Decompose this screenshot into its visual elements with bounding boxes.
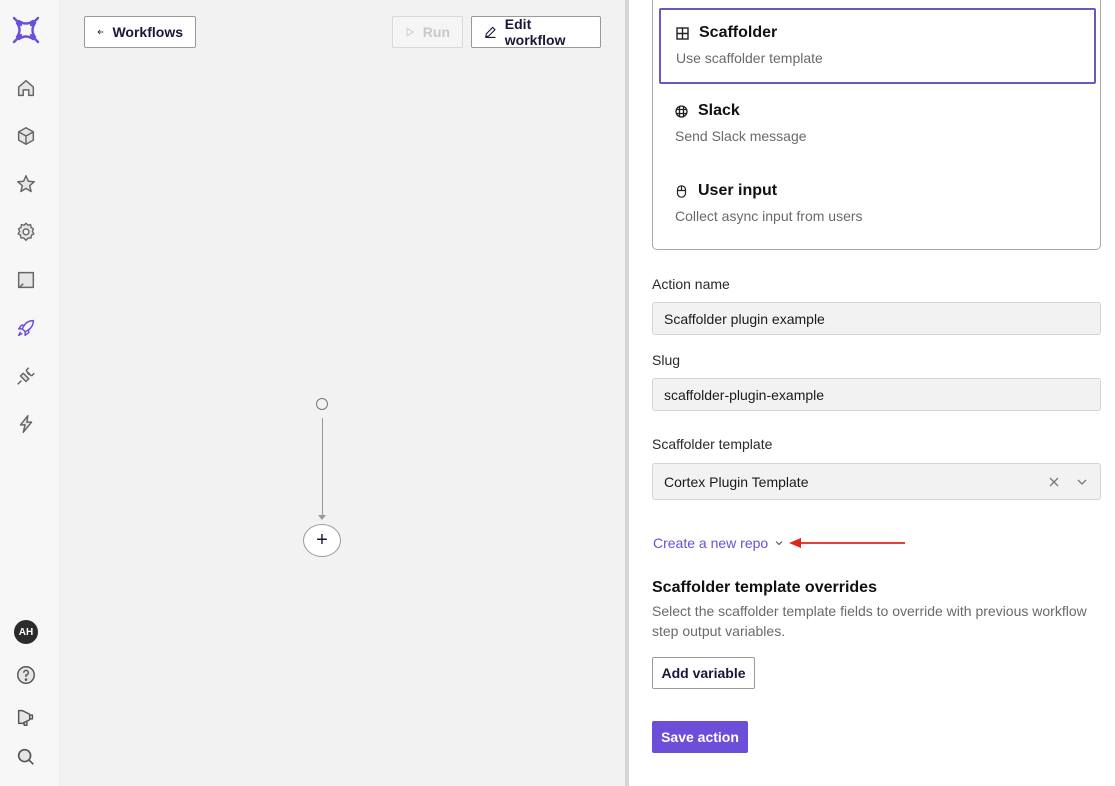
gear-icon[interactable] <box>14 220 38 244</box>
edit-label: Edit workflow <box>504 16 566 48</box>
back-to-workflows-button[interactable]: Workflows <box>84 16 196 48</box>
scaffolder-template-label: Scaffolder template <box>652 436 773 452</box>
action-type-title: Slack <box>698 102 740 119</box>
action-type-description: Send Slack message <box>675 128 807 144</box>
scorecard-icon[interactable] <box>14 268 38 292</box>
cube-icon[interactable] <box>14 124 38 148</box>
action-config-panel: Scaffolder Use scaffolder template Slack… <box>629 0 1115 786</box>
slug-input[interactable] <box>664 386 1089 403</box>
selected-template: Cortex Plugin Template <box>664 473 809 490</box>
workflow-connector <box>321 418 323 518</box>
chevron-down-icon <box>775 541 783 546</box>
annotation-arrow-icon <box>789 538 905 548</box>
help-icon[interactable] <box>14 663 38 687</box>
action-type-scaffolder[interactable]: Scaffolder Use scaffolder template <box>659 8 1096 84</box>
lightning-icon[interactable] <box>14 412 38 436</box>
action-name-input[interactable] <box>664 310 1089 327</box>
slug-field[interactable] <box>652 378 1101 411</box>
workflow-canvas[interactable]: Workflows Run Edit workflow + <box>60 0 625 786</box>
app: AH Workflows Run Edit workflow + Scaffol… <box>0 0 1115 786</box>
back-label: Workflows <box>112 24 183 40</box>
create-new-repo-toggle[interactable]: Create a new repo <box>653 535 784 551</box>
grid-icon <box>676 26 689 40</box>
search-icon[interactable] <box>14 745 38 769</box>
action-type-description: Use scaffolder template <box>676 50 823 66</box>
add-step-button[interactable]: + <box>303 524 341 557</box>
mouse-icon <box>676 184 687 198</box>
action-type-user-input[interactable]: User input Collect async input from user… <box>659 168 1096 244</box>
avatar[interactable]: AH <box>14 620 38 644</box>
chevron-down-icon[interactable] <box>1075 475 1089 489</box>
action-name-label: Action name <box>652 276 730 292</box>
rocket-icon[interactable] <box>14 316 38 340</box>
overrides-title: Scaffolder template overrides <box>652 579 877 596</box>
scaffolder-template-select[interactable]: Cortex Plugin Template <box>652 463 1101 500</box>
workflow-start-node[interactable] <box>316 398 328 410</box>
action-type-description: Collect async input from users <box>675 208 863 224</box>
run-label: Run <box>422 24 450 40</box>
create-repo-label: Create a new repo <box>653 535 769 551</box>
action-type-list: Scaffolder Use scaffolder template Slack… <box>652 0 1101 250</box>
slack-icon <box>675 104 688 118</box>
run-button[interactable]: Run <box>392 16 463 48</box>
clear-icon[interactable] <box>1047 475 1061 489</box>
add-variable-button[interactable]: Add variable <box>652 657 755 689</box>
home-icon[interactable] <box>14 76 38 100</box>
megaphone-icon[interactable] <box>14 705 38 729</box>
slug-label: Slug <box>652 352 681 368</box>
play-icon <box>406 27 415 37</box>
edit-workflow-button[interactable]: Edit workflow <box>471 16 601 48</box>
connector-arrow-icon <box>318 515 326 520</box>
plug-icon[interactable] <box>14 364 38 388</box>
star-icon[interactable] <box>14 172 38 196</box>
sidebar: AH <box>0 0 60 786</box>
action-type-slack[interactable]: Slack Send Slack message <box>659 88 1096 164</box>
arrow-left-icon <box>97 29 104 35</box>
pencil-icon <box>485 26 496 39</box>
action-type-title: Scaffolder <box>699 24 778 41</box>
overrides-description: Select the scaffolder template fields to… <box>652 603 1087 639</box>
cortex-logo[interactable] <box>10 14 42 46</box>
action-type-title: User input <box>698 182 778 199</box>
save-action-button[interactable]: Save action <box>652 721 748 753</box>
action-name-field[interactable] <box>652 302 1101 335</box>
